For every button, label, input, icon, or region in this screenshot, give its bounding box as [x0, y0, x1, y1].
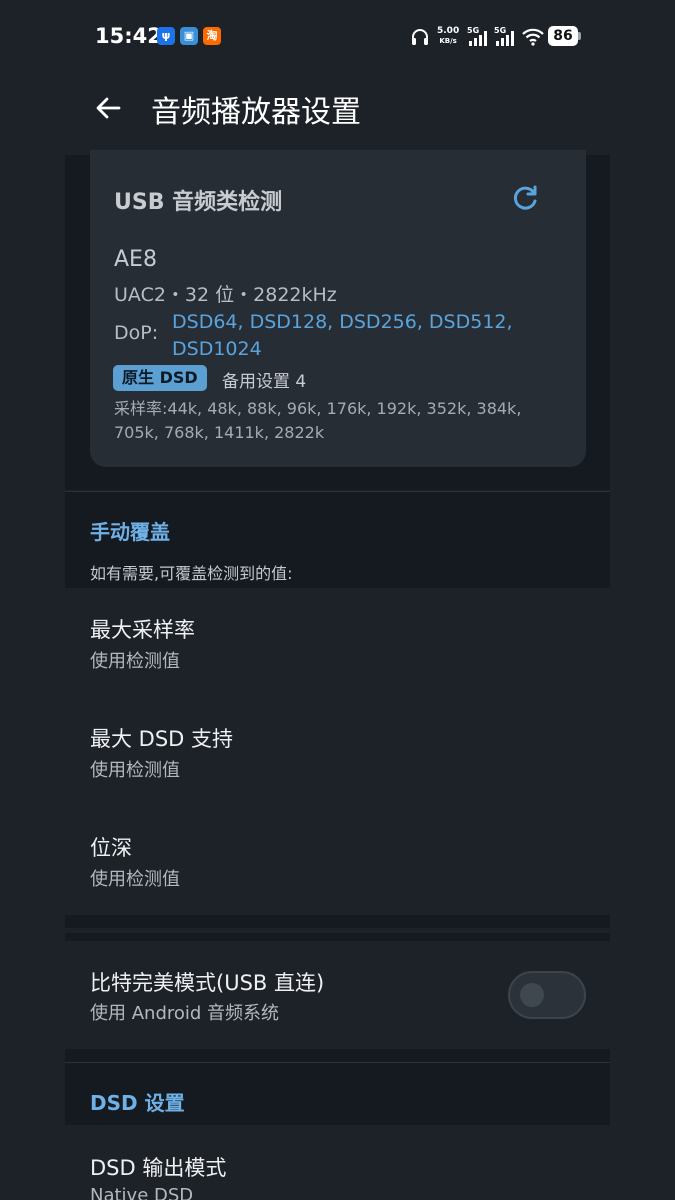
dop-values: DSD64, DSD128, DSD256, DSD512, DSD1024 [172, 311, 513, 360]
sample-rates: 采样率:44k, 48k, 88k, 96k, 176k, 192k, 352k… [114, 399, 522, 442]
dsd-output-mode-value: Native DSD [90, 1185, 194, 1200]
headphones-icon [412, 29, 428, 45]
signal-2-icon [496, 31, 514, 46]
bit-depth-row[interactable]: 位深 使用检测值 [65, 810, 610, 915]
bit-depth-value: 使用检测值 [90, 869, 180, 890]
dsd-output-mode-title: DSD 输出模式 [90, 1156, 227, 1180]
status-bar: 15:42 ψ ▣ 淘 5.00 KB/s 5G 5G 86 [0, 0, 675, 72]
max-sample-rate-value: 使用检测值 [90, 651, 180, 672]
toggle-knob [520, 983, 544, 1007]
bitperfect-subtitle: 使用 Android 音频系统 [90, 1003, 280, 1024]
alt-setting: 备用设置 4 [222, 372, 307, 392]
back-button[interactable] [88, 88, 128, 128]
dsd-output-mode-row[interactable]: DSD 输出模式 Native DSD [65, 1128, 610, 1200]
wifi-icon [522, 28, 544, 46]
max-dsd-title: 最大 DSD 支持 [90, 727, 234, 751]
notification-icon-1: ψ [157, 27, 175, 45]
bitperfect-title: 比特完美模式(USB 直连) [90, 971, 325, 995]
network-speed: 5.00 KB/s [437, 26, 459, 46]
battery-indicator: 86 [548, 26, 578, 46]
dsd-settings-heading: DSD 设置 [90, 1091, 185, 1115]
bitperfect-toggle[interactable] [508, 971, 586, 1019]
section-separator [65, 915, 610, 928]
device-spec: UAC2・32 位・2822kHz [114, 284, 337, 306]
usb-detection-title: USB 音频类检测 [114, 190, 283, 215]
page-title: 音频播放器设置 [151, 95, 361, 130]
status-time: 15:42 [95, 24, 162, 48]
battery-nub [578, 32, 581, 40]
section-separator-2 [65, 933, 610, 941]
max-sample-rate-title: 最大采样率 [90, 618, 195, 642]
network-speed-unit: KB/s [439, 37, 457, 45]
max-sample-rate-row[interactable]: 最大采样率 使用检测值 [65, 592, 610, 697]
network-speed-value: 5.00 [437, 26, 460, 36]
dop-label: DoP: [114, 322, 159, 344]
arrow-back-icon [96, 97, 121, 119]
manual-override-hint: 如有需要,可覆盖检测到的值: [90, 564, 293, 583]
bit-depth-title: 位深 [90, 836, 132, 860]
signal-1-icon [469, 31, 487, 46]
max-dsd-value: 使用检测值 [90, 760, 180, 781]
native-dsd-badge: 原生 DSD [113, 365, 207, 391]
manual-override-heading: 手动覆盖 [90, 520, 170, 544]
taobao-icon: 淘 [203, 27, 221, 45]
section-separator-3 [65, 1049, 610, 1062]
max-dsd-row[interactable]: 最大 DSD 支持 使用检测值 [65, 701, 610, 806]
refresh-icon [513, 185, 537, 210]
device-name: AE8 [114, 247, 157, 272]
notification-icon-2: ▣ [180, 27, 198, 45]
refresh-button[interactable] [509, 183, 541, 215]
